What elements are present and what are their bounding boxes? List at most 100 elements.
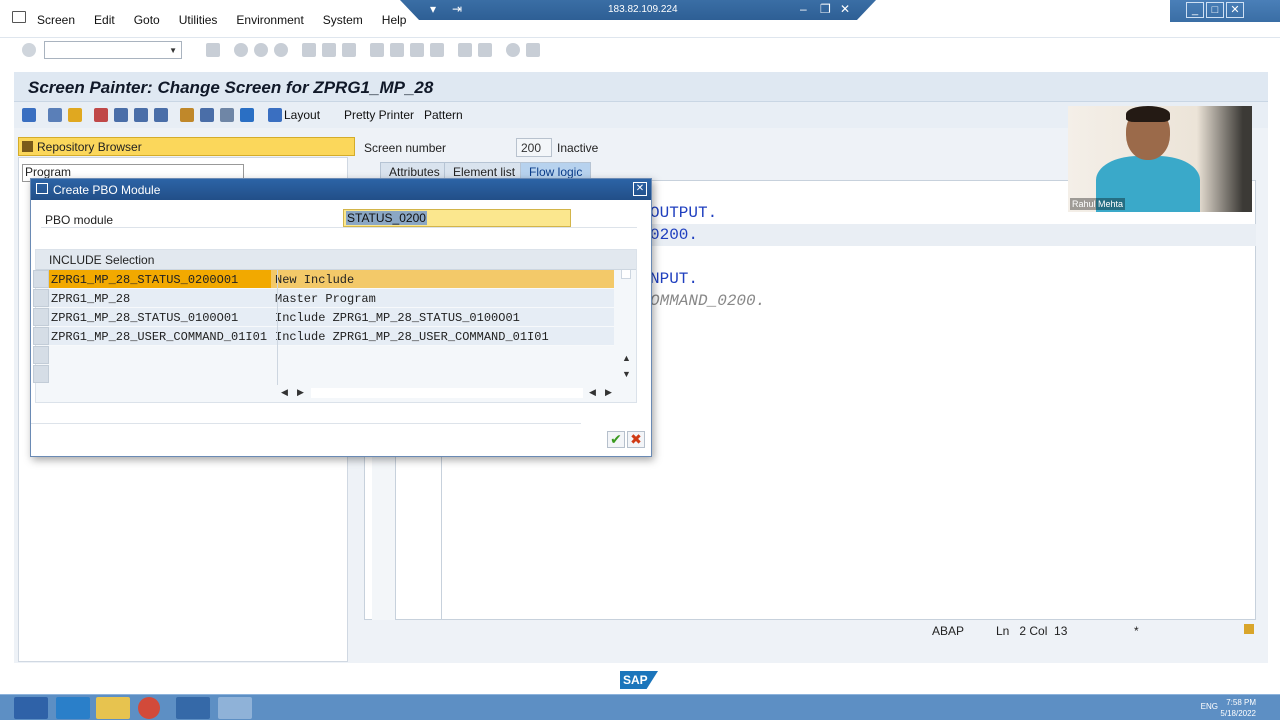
window-controls: _ □ ✕ xyxy=(1170,0,1280,22)
menu-utilities[interactable]: Utilities xyxy=(179,13,218,27)
align-icon[interactable] xyxy=(200,108,214,122)
scroll-down-icon[interactable]: ▼ xyxy=(622,369,631,379)
table-row[interactable]: ZPRG1_MP_28_STATUS_0100O01 Include ZPRG1… xyxy=(49,308,614,327)
close-icon[interactable]: ✕ xyxy=(633,182,647,196)
chrome-icon[interactable] xyxy=(138,697,160,719)
start-icon[interactable] xyxy=(14,697,48,719)
file-explorer-icon[interactable] xyxy=(96,697,130,719)
find-icon[interactable] xyxy=(322,43,336,57)
sap-logon-icon[interactable] xyxy=(176,697,210,719)
minimize-icon[interactable]: _ xyxy=(1186,2,1204,18)
print-icon[interactable] xyxy=(302,43,316,57)
powershell-icon[interactable] xyxy=(56,697,90,719)
screen-status: Inactive xyxy=(557,141,599,155)
hierarchy-icon[interactable] xyxy=(180,108,194,122)
magic-wand-icon[interactable] xyxy=(94,108,108,122)
table-row[interactable]: ZPRG1_MP_28_USER_COMMAND_01I01 Include Z… xyxy=(49,327,614,346)
vertical-scrollbar[interactable]: ▲ ▼ xyxy=(619,269,633,385)
row-selector[interactable] xyxy=(33,289,49,307)
confirm-button[interactable]: ✔ xyxy=(607,431,625,448)
menu-goto[interactable]: Goto xyxy=(134,13,160,27)
edit-icon xyxy=(36,183,48,194)
arrow-right-icon xyxy=(268,108,282,122)
find-next-icon[interactable] xyxy=(342,43,356,57)
menu-system[interactable]: System xyxy=(323,13,363,27)
scroll-up-icon[interactable]: ▲ xyxy=(622,353,631,363)
row-selector[interactable] xyxy=(33,346,49,364)
pin-icon[interactable]: ⇥ xyxy=(452,2,462,16)
row-selector[interactable] xyxy=(33,308,49,326)
row-selector[interactable] xyxy=(33,365,49,383)
check-icon[interactable] xyxy=(114,108,128,122)
minimize-icon[interactable]: – xyxy=(800,2,807,16)
cancel-icon[interactable] xyxy=(274,43,288,57)
enter-icon[interactable] xyxy=(22,43,36,57)
command-field[interactable]: ▼ xyxy=(44,41,182,59)
scroll-thumb[interactable] xyxy=(621,269,631,279)
display-icon[interactable] xyxy=(220,108,234,122)
clock-date: 5/18/2022 xyxy=(1220,709,1256,718)
scroll-left-icon[interactable]: ◀ xyxy=(589,387,596,398)
save-icon[interactable] xyxy=(206,43,220,57)
editor-indent-guide xyxy=(396,440,442,620)
scroll-left-icon[interactable]: ◀ xyxy=(281,387,288,398)
table-row[interactable]: ZPRG1_MP_28_STATUS_0200O01 New Include xyxy=(49,270,614,289)
menu-edit[interactable]: Edit xyxy=(94,13,115,27)
back-icon[interactable] xyxy=(234,43,248,57)
row-selector[interactable] xyxy=(33,270,49,288)
include-description: Master Program xyxy=(275,292,376,306)
close-icon[interactable]: ✕ xyxy=(840,2,850,16)
pattern-button[interactable]: Pattern xyxy=(424,108,463,122)
include-name: ZPRG1_MP_28_STATUS_0200O01 xyxy=(49,270,271,288)
last-page-icon[interactable] xyxy=(430,43,444,57)
maximize-icon[interactable]: □ xyxy=(1206,2,1224,18)
info-icon[interactable] xyxy=(240,108,254,122)
next-page-icon[interactable] xyxy=(410,43,424,57)
pbo-module-label: PBO module xyxy=(45,213,114,227)
menu-screen[interactable]: Screen xyxy=(37,13,75,27)
new-session-icon[interactable] xyxy=(458,43,472,57)
include-name: ZPRG1_MP_28_USER_COMMAND_01I01 xyxy=(51,330,268,344)
horizontal-scrollbar[interactable]: ◀ ▶ ◀ ▶ xyxy=(281,387,612,399)
grid-title-bar: INCLUDE Selection xyxy=(36,250,636,270)
back-arrow-icon[interactable] xyxy=(22,108,36,122)
copy-icon[interactable] xyxy=(68,108,82,122)
close-icon[interactable]: ✕ xyxy=(1226,2,1244,18)
create-pbo-module-dialog: Create PBO Module ✕ PBO module STATUS_02… xyxy=(30,178,652,457)
system-clock[interactable]: 7:58 PM 5/18/2022 xyxy=(1220,697,1256,719)
first-page-icon[interactable] xyxy=(370,43,384,57)
exit-icon[interactable] xyxy=(254,43,268,57)
cancel-x-icon: ✖ xyxy=(630,431,642,447)
standard-toolbar: ▼ xyxy=(0,38,1280,62)
scroll-right-icon[interactable]: ▶ xyxy=(297,387,304,398)
previous-page-icon[interactable] xyxy=(390,43,404,57)
scroll-track[interactable] xyxy=(311,388,583,398)
menu-help[interactable]: Help xyxy=(382,13,407,27)
dialog-title: Create PBO Module xyxy=(53,183,161,197)
shortcut-icon[interactable] xyxy=(478,43,492,57)
chevron-down-icon[interactable]: ▾ xyxy=(430,2,436,16)
activate-icon[interactable] xyxy=(154,108,168,122)
row-selector[interactable] xyxy=(33,327,49,345)
layout-icon[interactable] xyxy=(526,43,540,57)
input-language[interactable]: ENG xyxy=(1201,702,1218,711)
sap-gui-icon[interactable] xyxy=(218,697,252,719)
pbo-module-input[interactable]: STATUS_0200 xyxy=(343,209,571,227)
cancel-button[interactable]: ✖ xyxy=(627,431,645,448)
repository-browser-header[interactable]: Repository Browser xyxy=(18,137,355,156)
help-icon[interactable] xyxy=(506,43,520,57)
test-icon[interactable] xyxy=(134,108,148,122)
notes-icon[interactable] xyxy=(1244,624,1254,634)
clock-time: 7:58 PM xyxy=(1226,698,1256,707)
table-row[interactable]: ZPRG1_MP_28 Master Program xyxy=(49,289,614,308)
presenter-hair xyxy=(1126,106,1170,122)
remote-ip: 183.82.109.224 xyxy=(608,4,678,15)
pretty-printer-button[interactable]: Pretty Printer xyxy=(344,108,414,122)
restore-icon[interactable]: ❐ xyxy=(820,2,831,16)
chevron-down-icon[interactable]: ▼ xyxy=(169,46,177,55)
layout-button[interactable]: Layout xyxy=(284,108,320,122)
title-band: Screen Painter: Change Screen for ZPRG1_… xyxy=(14,72,1268,102)
menu-environment[interactable]: Environment xyxy=(236,13,303,27)
edit-icon[interactable] xyxy=(48,108,62,122)
scroll-right-icon[interactable]: ▶ xyxy=(605,387,612,398)
